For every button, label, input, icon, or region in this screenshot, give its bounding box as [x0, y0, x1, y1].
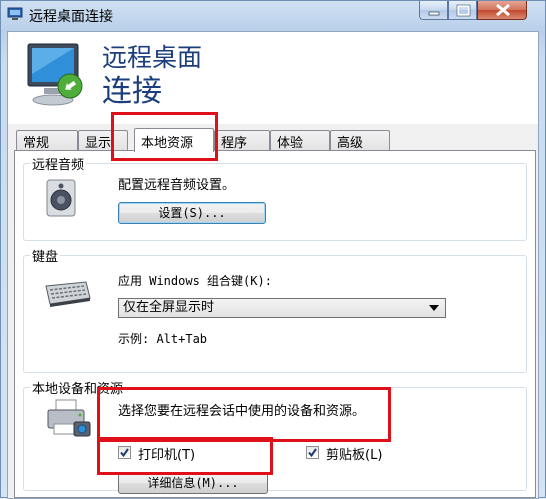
local-devices-group-title: 本地设备和资源 [30, 378, 126, 397]
tab-general[interactable]: 常规 [16, 130, 78, 151]
header-title-line2: 连接 [102, 74, 162, 109]
close-icon [496, 3, 510, 17]
details-button[interactable]: 详细信息(M)... [118, 472, 268, 494]
clipboard-checkbox[interactable] [306, 446, 319, 459]
printer-icon [47, 399, 91, 437]
windows-key-combo-label: 应用 Windows 组合键(K): [118, 274, 272, 288]
dialog-client-area: 远程桌面 连接 常规 显示 本地资源 程序 体验 高级 远程音频 配置远程音频设… [7, 31, 539, 499]
app-icon [7, 7, 23, 20]
printers-checkbox[interactable] [118, 446, 131, 459]
close-button[interactable] [477, 1, 527, 20]
keyboard-example: 示例: Alt+Tab [118, 332, 208, 346]
devices-description: 选择您要在远程会话中使用的设备和资源。 [118, 404, 366, 419]
windows-key-combo-selected: 仅在全屏显示时 [123, 300, 215, 315]
keyboard-icon [45, 281, 91, 307]
remote-desktop-window: 远程桌面连接 远程桌面 连接 常规 显示 本地资源 程序 体验 高级 远程音频 … [0, 0, 546, 499]
tab-experience[interactable]: 体验 [270, 130, 330, 151]
window-title: 远程桌面连接 [29, 9, 113, 25]
local-resources-panel: 远程音频 配置远程音频设置。 设置(S)... 键盘 应用 Windows 组合… [14, 150, 536, 498]
minimize-icon [428, 11, 440, 16]
audio-description: 配置远程音频设置。 [118, 178, 236, 193]
audio-settings-button[interactable]: 设置(S)... [118, 202, 266, 224]
tab-advanced[interactable]: 高级 [330, 130, 390, 151]
keyboard-group-title: 键盘 [30, 246, 61, 265]
title-bar[interactable]: 远程桌面连接 [1, 1, 546, 29]
remote-audio-group-title: 远程音频 [30, 154, 87, 173]
tab-programs[interactable]: 程序 [214, 130, 270, 151]
remote-desktop-monitor-icon [27, 43, 83, 106]
remote-audio-group: 远程音频 配置远程音频设置。 设置(S)... [23, 154, 527, 241]
clipboard-label: 剪贴板(L) [326, 448, 383, 463]
tab-local-resources[interactable]: 本地资源 [134, 128, 214, 152]
minimize-button[interactable] [419, 1, 448, 20]
speaker-icon [46, 179, 76, 217]
keyboard-group: 键盘 应用 Windows 组合键(K): 仅在全屏显示时 示例: Alt+Ta… [23, 246, 527, 373]
tab-display[interactable]: 显示 [78, 130, 128, 151]
dropdown-arrow-icon [429, 305, 439, 311]
windows-key-combo-select[interactable]: 仅在全屏显示时 [118, 298, 446, 318]
dialog-header: 远程桌面 连接 [8, 32, 538, 124]
printers-label: 打印机(T) [138, 448, 196, 463]
local-devices-group: 本地设备和资源 选择您要在远程会话中使用的设备和资源。 打印机(T) 剪贴板(L… [23, 378, 527, 494]
checkmark-icon [120, 448, 129, 458]
maximize-icon [456, 4, 471, 17]
checkmark-icon [308, 448, 317, 458]
maximize-button[interactable] [448, 1, 477, 20]
tab-strip: 常规 显示 本地资源 程序 体验 高级 [16, 128, 536, 152]
